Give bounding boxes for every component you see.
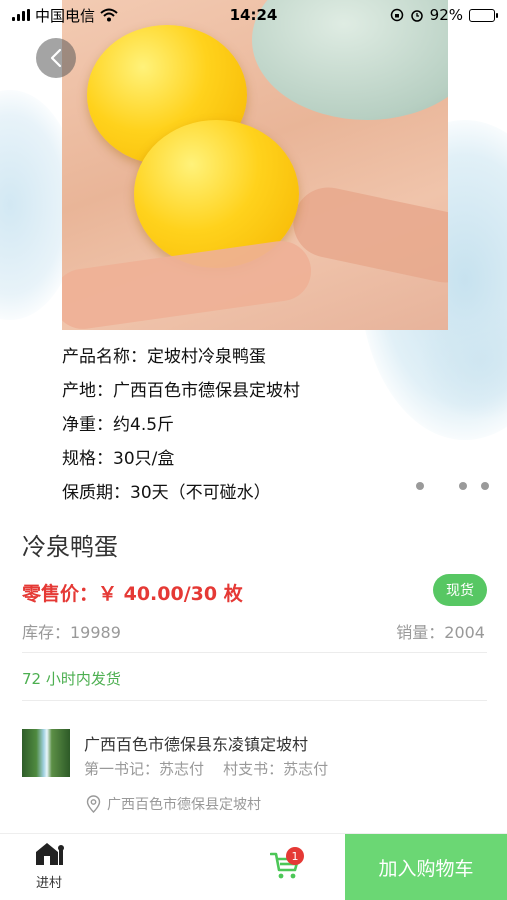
first-secretary: 第一书记：苏志付: [84, 760, 205, 778]
location-pin-icon: [86, 795, 101, 813]
carousel-dot[interactable]: [416, 482, 424, 490]
bottom-action-bar: 进村 1 加入购物车: [0, 833, 507, 900]
enter-village-label: 进村: [35, 876, 62, 891]
product-gallery[interactable]: 产品名称：定坡村冷泉鸭蛋 产地：广西百色市德保县定坡村 净重：约4.5斤 规格：…: [0, 0, 507, 515]
product-title: 冷泉鸭蛋: [22, 533, 118, 561]
stock-count: 库存：19989: [22, 623, 121, 642]
spec-line: 产地：广西百色市德保县定坡村: [62, 381, 300, 401]
carrier-label: 中国电信: [35, 6, 96, 25]
village-address-text: 广西百色市德保县定坡村: [107, 797, 261, 813]
village-house-icon: [36, 843, 64, 865]
status-right: 92%: [390, 6, 498, 24]
cart-count-badge: 1: [286, 847, 304, 865]
alarm-icon: [410, 10, 423, 22]
chevron-left-icon: [50, 48, 62, 68]
divider: [22, 652, 487, 653]
product-photo: [62, 0, 448, 330]
battery-percent: 92%: [429, 6, 463, 24]
spec-line: 规格：30只/盒: [62, 449, 175, 469]
carousel-indicator[interactable]: [0, 482, 507, 490]
village-name[interactable]: 广西百色市德保县东凌镇定坡村: [84, 731, 308, 755]
status-bar: 中国电信 14:24 92%: [0, 0, 507, 30]
shipping-note: 72 小时内发货: [22, 670, 121, 688]
village-address: 广西百色市德保县定坡村: [86, 794, 261, 814]
carousel-dot[interactable]: [459, 482, 467, 490]
in-stock-badge: 现货: [433, 574, 487, 606]
signal-icon: [12, 9, 30, 21]
carousel-dot[interactable]: [481, 482, 489, 490]
spec-line: 净重：约4.5斤: [62, 415, 175, 435]
orientation-lock-icon: [390, 8, 403, 22]
village-thumbnail[interactable]: [22, 729, 70, 777]
sales-count: 销量：2004: [396, 623, 485, 642]
battery-icon: [469, 8, 498, 22]
wifi-icon: [100, 8, 118, 22]
add-to-cart-button[interactable]: 加入购物车: [345, 834, 507, 900]
divider: [22, 700, 487, 701]
enter-village-tab[interactable]: 进村: [22, 840, 76, 891]
spec-line: 产品名称：定坡村冷泉鸭蛋: [62, 347, 266, 367]
retail-price: 零售价：￥ 40.00/30 枚: [22, 583, 243, 605]
branch-secretary: 村支书：苏志付: [223, 760, 329, 778]
status-left: 中国电信: [12, 5, 118, 26]
village-officials: 第一书记：苏志付 村支书：苏志付: [84, 758, 328, 779]
back-button[interactable]: [36, 38, 76, 78]
